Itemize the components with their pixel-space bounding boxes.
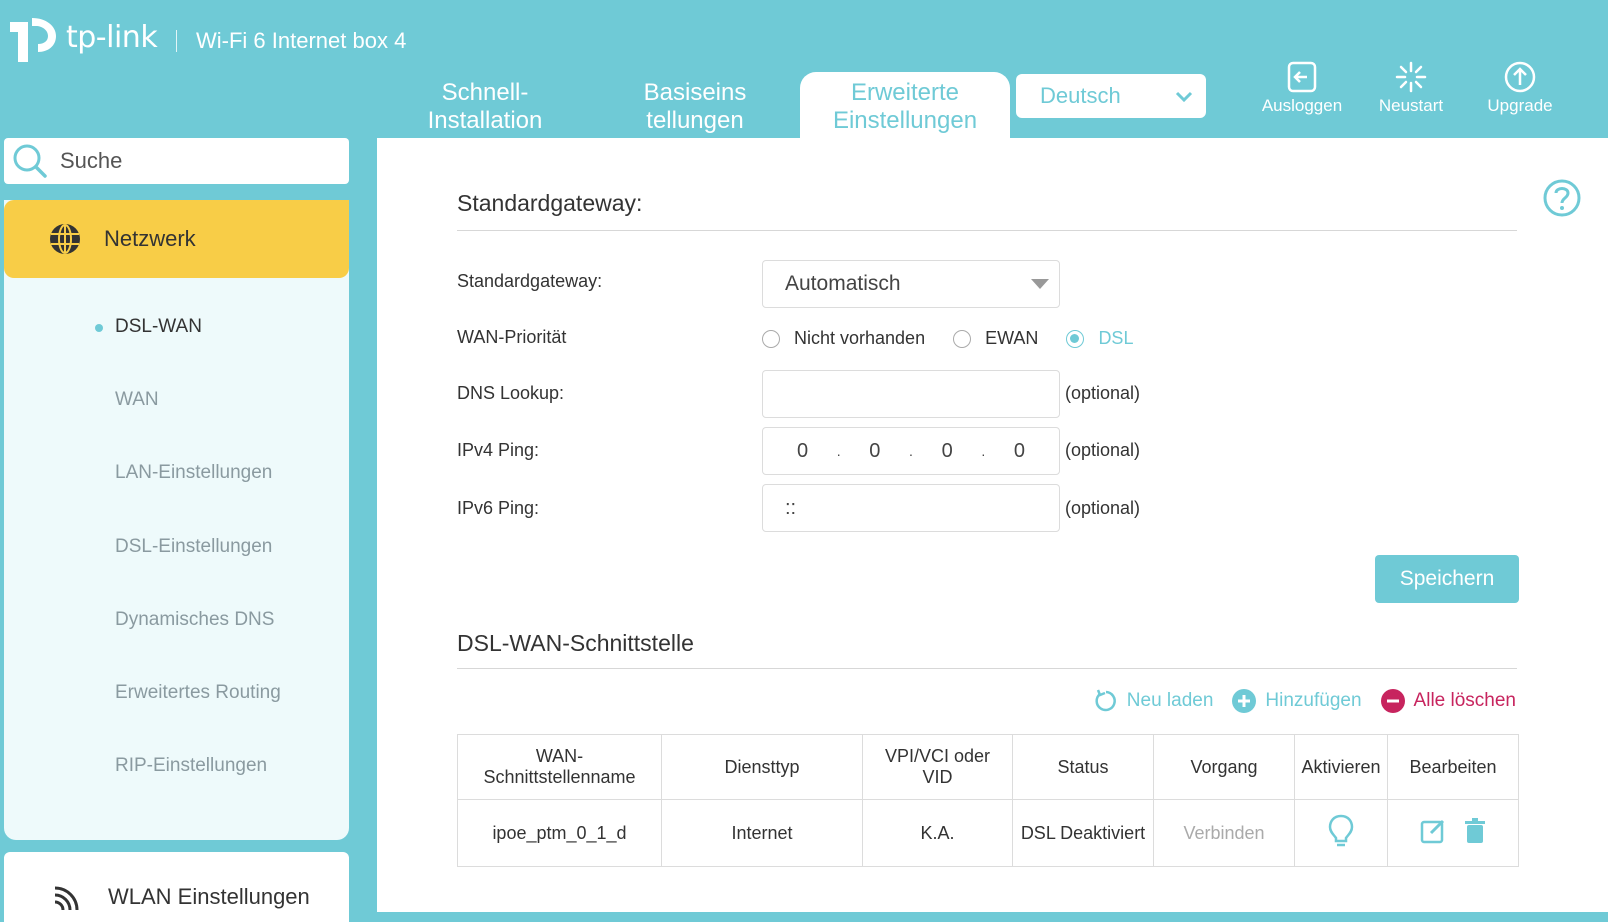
tab-quick-setup[interactable]: Schnell- Installation <box>380 72 590 138</box>
dns-lookup-label: DNS Lookup: <box>457 383 565 403</box>
ip-dot: . <box>981 443 986 459</box>
optional-hint: (optional) <box>1065 383 1141 403</box>
reload-icon <box>1095 689 1116 712</box>
radio-dsl[interactable]: DSL <box>1066 328 1133 349</box>
product-name: Wi-Fi 6 Internet box 4 <box>196 28 407 53</box>
col-status: Status <box>1012 734 1154 800</box>
cell-vpi-vci: K.A. <box>862 799 1013 867</box>
search-box[interactable] <box>4 138 349 184</box>
trash-icon[interactable] <box>1463 817 1487 845</box>
ip-dot: . <box>909 443 913 459</box>
header-divider <box>176 30 177 52</box>
ipv4-segment-3[interactable]: 0 <box>927 440 967 463</box>
optional-hint: (optional) <box>1065 440 1141 460</box>
col-interface-name: WAN- Schnittstellenname <box>457 734 662 800</box>
radio-ewan[interactable]: EWAN <box>953 328 1038 349</box>
table-header-row: WAN- Schnittstellenname Diensttyp VPI/VC… <box>457 734 1519 800</box>
help-icon[interactable] <box>1542 178 1582 218</box>
save-button[interactable]: Speichern <box>1375 555 1519 603</box>
tab-basic-settings[interactable]: Basiseins tellungen <box>590 72 800 138</box>
tp-link-logo-icon <box>10 18 56 62</box>
cell-service-type: Internet <box>661 799 863 867</box>
upgrade-icon <box>1504 61 1536 93</box>
dns-lookup-field <box>762 370 1060 418</box>
col-operation: Vorgang <box>1153 734 1295 800</box>
cell-interface-name: ipoe_ptm_0_1_d <box>457 799 662 867</box>
chevron-down-icon <box>1175 91 1193 103</box>
logout-icon <box>1287 61 1317 93</box>
sidebar-item-dynamic-dns[interactable]: Dynamisches DNS <box>115 609 274 631</box>
sidebar-item-dsl-wan[interactable]: DSL-WAN <box>95 316 202 338</box>
sidebar-network-panel: Netzwerk DSL-WAN WAN LAN-Einstellungen D… <box>4 200 349 840</box>
table-row: ipoe_ptm_0_1_d Internet K.A. DSL Deaktiv… <box>457 799 1519 867</box>
add-button[interactable]: Hinzufügen <box>1231 688 1362 714</box>
delete-all-button[interactable]: Alle löschen <box>1380 688 1516 714</box>
ipv4-segment-2[interactable]: 0 <box>855 440 895 463</box>
interface-section-title: DSL-WAN-Schnittstelle <box>457 630 694 656</box>
active-dot <box>95 324 103 332</box>
gateway-label: Standardgateway: <box>457 271 603 291</box>
sidebar-section-network[interactable]: Netzwerk <box>4 200 349 278</box>
logout-button[interactable]: Ausloggen <box>1252 60 1352 116</box>
ipv6-ping-input[interactable] <box>763 485 1059 531</box>
minus-circle-icon <box>1380 689 1405 713</box>
reboot-button[interactable]: Neustart <box>1361 60 1461 116</box>
ip-dot: . <box>836 443 841 459</box>
ipv4-segment-1[interactable]: 0 <box>783 440 823 463</box>
search-input[interactable] <box>58 147 332 175</box>
ipv4-ping-label: IPv4 Ping: <box>457 440 540 460</box>
radio-circle <box>953 329 972 348</box>
sidebar-item-dsl-settings[interactable]: DSL-Einstellungen <box>115 536 272 558</box>
tp-link-logo: tp-link <box>2 8 158 66</box>
dns-lookup-input[interactable] <box>763 371 1059 417</box>
brand-name: tp-link <box>66 19 158 55</box>
optional-hint: (optional) <box>1065 498 1141 518</box>
ipv4-ping-field[interactable]: 0 . 0 . 0 . 0 <box>762 427 1060 475</box>
reboot-icon <box>1395 61 1427 93</box>
tab-advanced-settings[interactable]: Erweiterte Einstellungen <box>800 72 1010 138</box>
col-service-type: Diensttyp <box>661 734 863 800</box>
wifi-icon <box>54 886 79 911</box>
sidebar-item-rip-settings[interactable]: RIP-Einstellungen <box>115 755 267 777</box>
globe-icon <box>50 224 80 254</box>
section-divider <box>457 668 1517 669</box>
plus-circle-icon <box>1232 689 1257 713</box>
sidebar-item-advanced-routing[interactable]: Erweitertes Routing <box>115 682 281 704</box>
sidebar-section-label: Netzwerk <box>104 226 196 251</box>
radio-none[interactable]: Nicht vorhanden <box>762 328 925 349</box>
wan-priority-radio-group: Nicht vorhanden EWAN DSL <box>762 328 1161 349</box>
cell-enable <box>1294 799 1388 867</box>
sidebar-section-wlan-label: WLAN Einstellungen <box>108 884 310 909</box>
sidebar-item-wan[interactable]: WAN <box>115 389 159 411</box>
lightbulb-icon[interactable] <box>1327 814 1355 848</box>
col-vpi-vci: VPI/VCI oder VID <box>862 734 1013 800</box>
wan-priority-label: WAN-Priorität <box>457 327 567 347</box>
gateway-select-value: Automatisch <box>785 272 901 295</box>
wan-interface-table: WAN- Schnittstellenname Diensttyp VPI/VC… <box>457 734 1519 867</box>
ipv6-ping-field <box>762 484 1060 532</box>
section-divider <box>457 230 1517 231</box>
language-select[interactable]: Deutsch <box>1016 74 1206 118</box>
cell-status: DSL Deaktiviert <box>1012 799 1154 867</box>
gateway-select[interactable]: Automatisch <box>762 260 1060 308</box>
ipv6-ping-label: IPv6 Ping: <box>457 498 540 518</box>
radio-circle <box>762 329 780 348</box>
radio-circle-checked <box>1066 329 1085 348</box>
col-enable: Aktivieren <box>1294 734 1388 800</box>
edit-icon[interactable] <box>1419 817 1447 845</box>
main-content: Standardgateway: Standardgateway: Automa… <box>377 138 1608 912</box>
connect-button[interactable]: Verbinden <box>1153 799 1295 867</box>
cell-edit <box>1387 799 1519 867</box>
col-edit: Bearbeiten <box>1387 734 1519 800</box>
upgrade-button[interactable]: Upgrade <box>1470 60 1570 116</box>
gateway-section-title: Standardgateway: <box>457 190 643 216</box>
sidebar-item-lan-settings[interactable]: LAN-Einstellungen <box>115 462 272 484</box>
caret-down-icon <box>1031 279 1049 289</box>
ipv4-segment-4[interactable]: 0 <box>999 440 1039 463</box>
reload-button[interactable]: Neu laden <box>1093 688 1213 714</box>
search-icon <box>13 144 47 178</box>
table-actions: Neu laden Hinzufügen Alle löschen <box>1075 688 1516 714</box>
language-value: Deutsch <box>1040 83 1121 108</box>
